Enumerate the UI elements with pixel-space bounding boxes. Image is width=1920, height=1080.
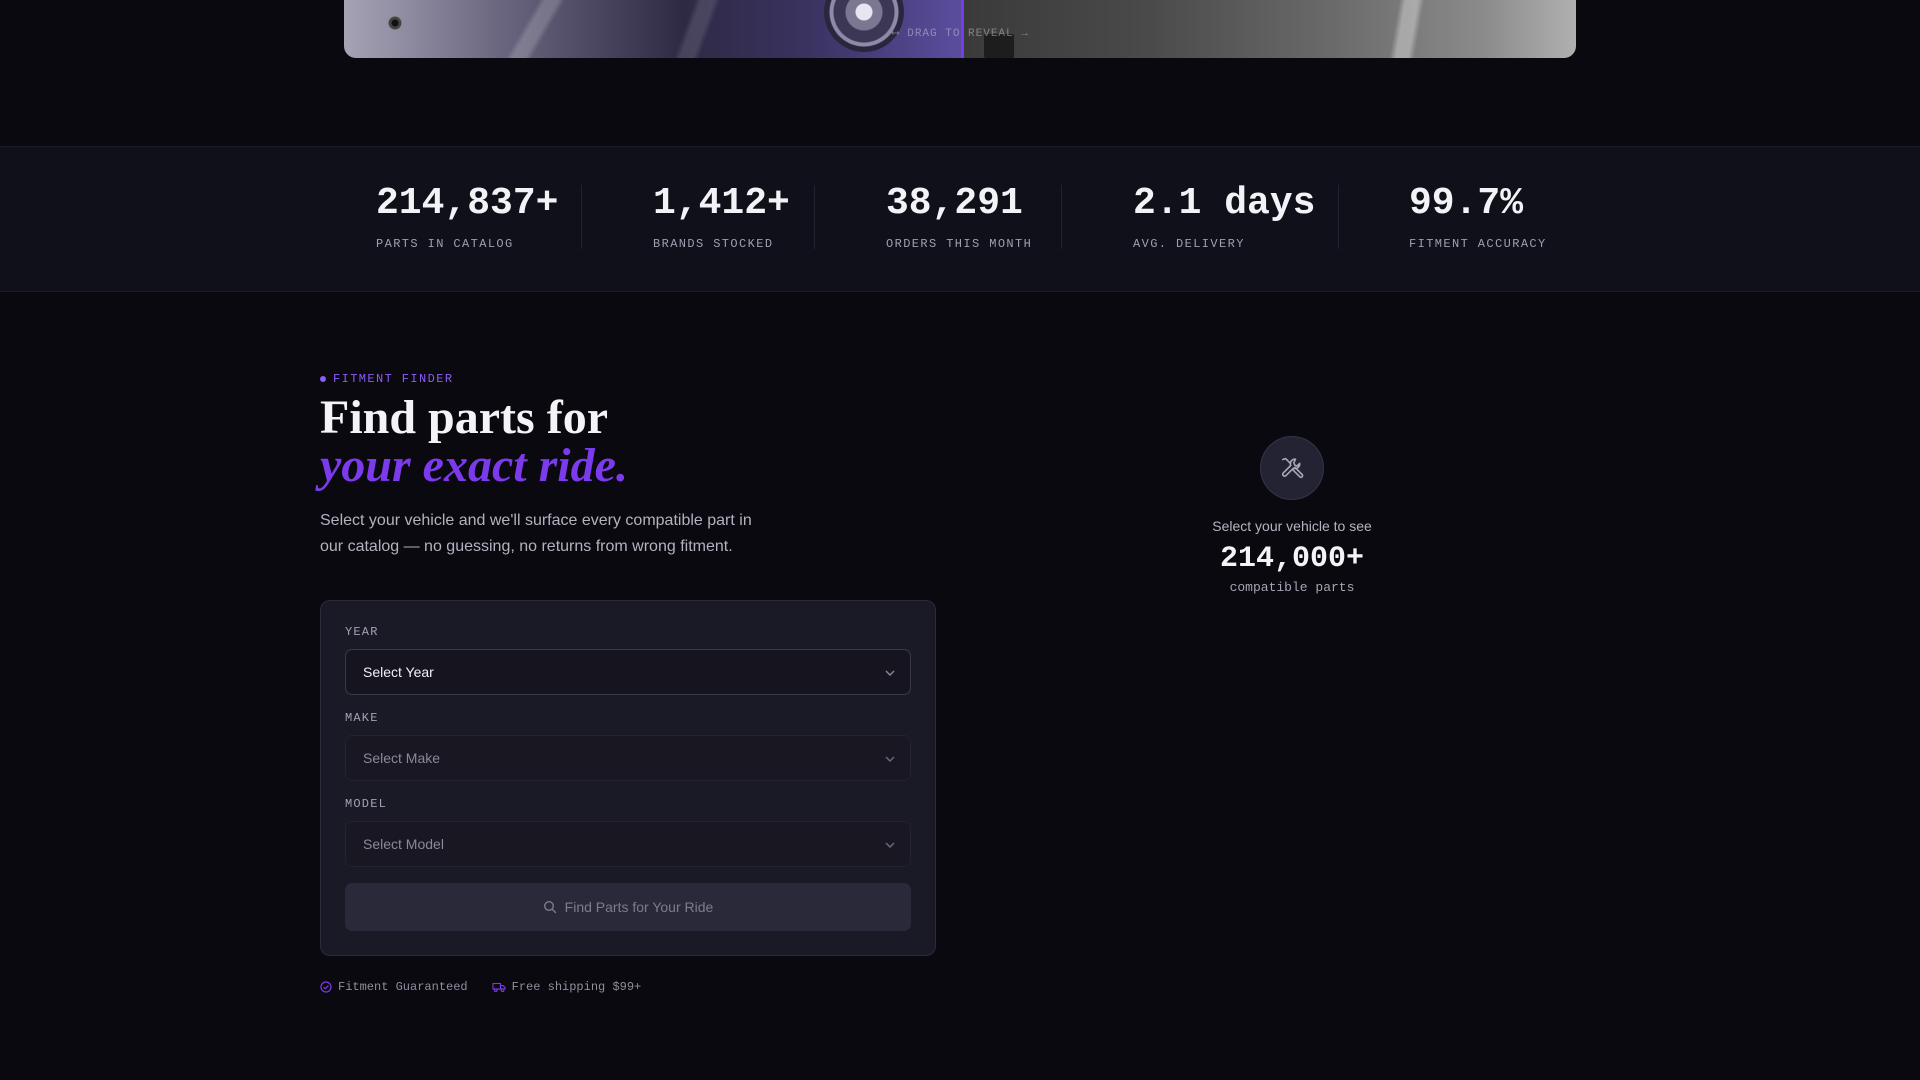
stat-divider xyxy=(1338,185,1339,249)
year-select-value: Select Year xyxy=(363,664,434,680)
eyebrow-text: FITMENT FINDER xyxy=(333,372,454,386)
compatible-unit: compatible parts xyxy=(1229,580,1355,595)
check-circle-icon xyxy=(320,981,332,993)
drag-hint: ⟷ DRAG TO REVEAL → xyxy=(892,28,1029,40)
stat-divider xyxy=(581,185,582,249)
guarantee-list: Fitment Guaranteed Free shipping $99+ xyxy=(320,980,641,994)
stat-orders: 38,291 ORDERS THIS MONTH xyxy=(886,182,1033,252)
stat-value: 214,837+ xyxy=(376,182,559,225)
eyebrow-dot-icon xyxy=(320,376,326,382)
chevron-down-icon xyxy=(885,842,895,848)
stat-label: BRANDS STOCKED xyxy=(653,237,774,251)
section-description: Select your vehicle and we'll surface ev… xyxy=(320,512,752,555)
find-parts-button[interactable]: Find Parts for Your Ride xyxy=(345,883,911,931)
stat-parts: 214,837+ PARTS IN CATALOG xyxy=(376,182,559,252)
stat-label: FITMENT ACCURACY xyxy=(1409,237,1547,251)
compatibility-preview: Select your vehicle to see 214,000+ comp… xyxy=(1152,436,1432,595)
stat-value: 99.7% xyxy=(1409,182,1524,225)
stat-value: 1,412+ xyxy=(653,182,790,225)
tool-icon-badge xyxy=(1260,436,1324,500)
preview-caption: Select your vehicle to see xyxy=(1212,518,1372,534)
stat-divider xyxy=(1061,185,1062,249)
stat-label: AVG. DELIVERY xyxy=(1133,237,1245,251)
chevron-down-icon xyxy=(885,756,895,762)
headline-line1: Find parts for xyxy=(320,391,608,444)
guarantee-item: Free shipping $99+ xyxy=(492,980,642,994)
truck-icon xyxy=(492,982,506,993)
stat-value: 2.1 days xyxy=(1133,182,1316,225)
hero-image-before xyxy=(344,0,961,58)
make-label: MAKE xyxy=(345,711,379,725)
model-select-value: Select Model xyxy=(363,836,444,852)
chevron-down-icon xyxy=(885,670,895,676)
stat-brands: 1,412+ BRANDS STOCKED xyxy=(653,182,790,252)
stat-value: 38,291 xyxy=(886,182,1023,225)
stat-divider xyxy=(814,185,815,249)
find-parts-label: Find Parts for Your Ride xyxy=(564,899,714,915)
model-label: MODEL xyxy=(345,797,388,811)
guarantee-item: Fitment Guaranteed xyxy=(320,980,468,994)
fitment-form: YEAR Select Year MAKE Select Make MODEL … xyxy=(320,600,936,956)
hero-image-after xyxy=(964,0,1576,58)
bolt-detail xyxy=(388,16,402,30)
year-label: YEAR xyxy=(345,625,379,639)
section-eyebrow: FITMENT FINDER xyxy=(320,372,453,386)
headline-line2: your exact ride. xyxy=(320,439,628,492)
make-select-value: Select Make xyxy=(363,750,441,766)
compatible-count: 214,000+ xyxy=(1219,542,1365,576)
stat-label: PARTS IN CATALOG xyxy=(376,237,514,251)
search-icon xyxy=(543,900,556,914)
page-title: Find parts for your exact ride. xyxy=(320,394,628,490)
wrench-screwdriver-icon xyxy=(1282,457,1304,479)
stat-delivery: 2.1 days AVG. DELIVERY xyxy=(1133,182,1316,252)
stat-accuracy: 99.7% FITMENT ACCURACY xyxy=(1409,182,1547,252)
make-select[interactable]: Select Make xyxy=(345,735,911,781)
stats-bar: 214,837+ PARTS IN CATALOG 1,412+ BRANDS … xyxy=(0,146,1920,292)
model-select[interactable]: Select Model xyxy=(345,821,911,867)
year-select[interactable]: Select Year xyxy=(345,649,911,695)
stat-label: ORDERS THIS MONTH xyxy=(886,237,1033,251)
guarantee-text: Fitment Guaranteed xyxy=(338,980,468,994)
guarantee-text: Free shipping $99+ xyxy=(511,980,642,994)
